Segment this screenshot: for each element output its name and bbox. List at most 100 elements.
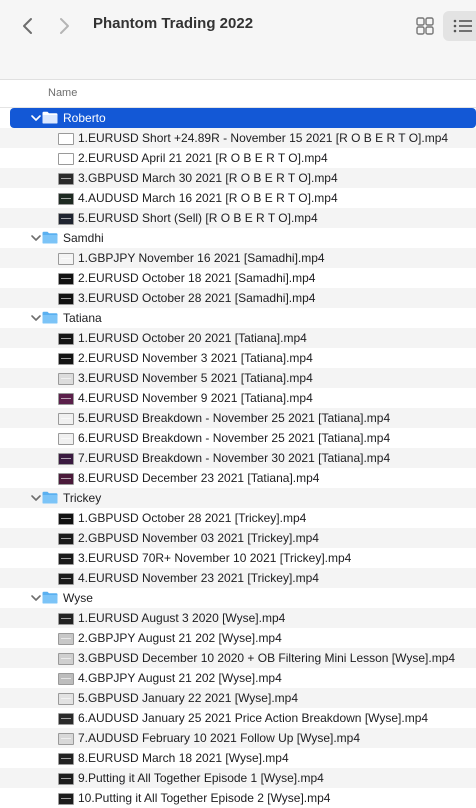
video-thumbnail-icon — [58, 513, 74, 525]
video-thumbnail-icon — [58, 613, 74, 625]
column-header-label: Name — [48, 87, 78, 99]
file-row[interactable]: 8.EURUSD March 18 2021 [Wyse].mp4 — [0, 748, 476, 768]
file-row[interactable]: 2.GBPJPY August 21 202 [Wyse].mp4 — [0, 628, 476, 648]
folder-name: Trickey — [63, 491, 102, 505]
file-row[interactable]: 3.GBPUSD December 10 2020 + OB Filtering… — [0, 648, 476, 668]
folder-row[interactable]: Wyse — [0, 588, 476, 608]
video-thumbnail-icon — [58, 713, 74, 725]
file-row[interactable]: 9.Putting it All Together Episode 1 [Wys… — [0, 768, 476, 788]
back-button[interactable] — [16, 14, 40, 38]
disclosure-chevron-icon[interactable] — [30, 312, 42, 324]
file-name: 2.GBPUSD November 03 2021 [Trickey].mp4 — [78, 531, 319, 545]
file-row[interactable]: 4.EURUSD November 9 2021 [Tatiana].mp4 — [0, 388, 476, 408]
video-thumbnail-icon — [58, 393, 74, 405]
file-row[interactable]: 1.GBPUSD October 28 2021 [Trickey].mp4 — [0, 508, 476, 528]
forward-button[interactable] — [52, 14, 76, 38]
file-row[interactable]: 3.EURUSD 70R+ November 10 2021 [Trickey]… — [0, 548, 476, 568]
file-row[interactable]: 1.EURUSD October 20 2021 [Tatiana].mp4 — [0, 328, 476, 348]
video-thumbnail-icon — [58, 733, 74, 745]
file-name: 3.EURUSD October 28 2021 [Samadhi].mp4 — [78, 291, 316, 305]
folder-icon — [42, 491, 58, 504]
video-thumbnail-icon — [58, 793, 74, 805]
file-name: 1.GBPUSD October 28 2021 [Trickey].mp4 — [78, 511, 307, 525]
column-header-name[interactable]: Name — [0, 80, 476, 108]
file-row[interactable]: 1.EURUSD Short +24.89R - November 15 202… — [0, 128, 476, 148]
file-row[interactable]: 4.AUDUSD March 16 2021 [R O B E R T O].m… — [0, 188, 476, 208]
file-name: 2.EURUSD April 21 2021 [R O B E R T O].m… — [78, 151, 328, 165]
video-thumbnail-icon — [58, 673, 74, 685]
video-thumbnail-icon — [58, 473, 74, 485]
file-name: 6.AUDUSD January 25 2021 Price Action Br… — [78, 711, 429, 725]
file-row[interactable]: 1.GBPJPY November 16 2021 [Samadhi].mp4 — [0, 248, 476, 268]
disclosure-chevron-icon[interactable] — [30, 232, 42, 244]
video-thumbnail-icon — [58, 753, 74, 765]
file-row[interactable]: 2.EURUSD November 3 2021 [Tatiana].mp4 — [0, 348, 476, 368]
file-row[interactable]: 3.GBPUSD March 30 2021 [R O B E R T O].m… — [0, 168, 476, 188]
file-row[interactable]: 2.EURUSD October 18 2021 [Samadhi].mp4 — [0, 268, 476, 288]
file-row[interactable]: 7.AUDUSD February 10 2021 Follow Up [Wys… — [0, 728, 476, 748]
file-name: 9.Putting it All Together Episode 1 [Wys… — [78, 771, 324, 785]
folder-name: Wyse — [63, 591, 93, 605]
file-row[interactable]: 4.EURUSD November 23 2021 [Trickey].mp4 — [0, 568, 476, 588]
folder-name: Tatiana — [63, 311, 102, 325]
file-row[interactable]: 6.AUDUSD January 25 2021 Price Action Br… — [0, 708, 476, 728]
folder-row[interactable]: Roberto — [10, 108, 476, 128]
list-view-button[interactable] — [443, 11, 476, 41]
folder-row[interactable]: Samdhi — [0, 228, 476, 248]
folder-icon — [42, 111, 58, 124]
window-title: Phantom Trading 2022 — [93, 15, 254, 32]
video-thumbnail-icon — [58, 373, 74, 385]
folder-row[interactable]: Trickey — [0, 488, 476, 508]
video-thumbnail-icon — [58, 653, 74, 665]
video-thumbnail-icon — [58, 433, 74, 445]
file-name: 2.EURUSD November 3 2021 [Tatiana].mp4 — [78, 351, 313, 365]
toolbar: Phantom Trading 2022 — [0, 0, 476, 80]
list-icon — [453, 19, 472, 33]
disclosure-chevron-icon[interactable] — [30, 112, 42, 124]
video-thumbnail-icon — [58, 213, 74, 225]
folder-icon — [42, 591, 58, 604]
video-thumbnail-icon — [58, 193, 74, 205]
file-row[interactable]: 2.EURUSD April 21 2021 [R O B E R T O].m… — [0, 148, 476, 168]
file-row[interactable]: 6.EURUSD Breakdown - November 25 2021 [T… — [0, 428, 476, 448]
file-row[interactable]: 4.GBPJPY August 21 202 [Wyse].mp4 — [0, 668, 476, 688]
folder-icon — [42, 231, 58, 244]
video-thumbnail-icon — [58, 333, 74, 345]
file-name: 4.GBPJPY August 21 202 [Wyse].mp4 — [78, 671, 282, 685]
file-name: 3.GBPUSD December 10 2020 + OB Filtering… — [78, 651, 456, 665]
folder-row[interactable]: Tatiana — [0, 308, 476, 328]
chevron-right-icon — [60, 18, 69, 34]
file-name: 1.GBPJPY November 16 2021 [Samadhi].mp4 — [78, 251, 325, 265]
file-name: 5.GBPUSD January 22 2021 [Wyse].mp4 — [78, 691, 298, 705]
folder-name: Roberto — [63, 111, 106, 125]
file-name: 5.EURUSD Short (Sell) [R O B E R T O].mp… — [78, 211, 318, 225]
file-row[interactable]: 1.EURUSD August 3 2020 [Wyse].mp4 — [0, 608, 476, 628]
file-name: 8.EURUSD March 18 2021 [Wyse].mp4 — [78, 751, 289, 765]
file-row[interactable]: 7.EURUSD Breakdown - November 30 2021 [T… — [0, 448, 476, 468]
file-name: 5.EURUSD Breakdown - November 25 2021 [T… — [78, 411, 391, 425]
file-name: 4.EURUSD November 23 2021 [Trickey].mp4 — [78, 571, 319, 585]
file-name: 1.EURUSD August 3 2020 [Wyse].mp4 — [78, 611, 286, 625]
file-list: Roberto 1.EURUSD Short +24.89R - November… — [0, 108, 476, 808]
file-name: 7.AUDUSD February 10 2021 Follow Up [Wys… — [78, 731, 360, 745]
video-thumbnail-icon — [58, 353, 74, 365]
video-thumbnail-icon — [58, 133, 74, 145]
video-thumbnail-icon — [58, 413, 74, 425]
disclosure-chevron-icon[interactable] — [30, 492, 42, 504]
video-thumbnail-icon — [58, 773, 74, 785]
file-row[interactable]: 3.EURUSD November 5 2021 [Tatiana].mp4 — [0, 368, 476, 388]
file-row[interactable]: 5.EURUSD Short (Sell) [R O B E R T O].mp… — [0, 208, 476, 228]
file-row[interactable]: 3.EURUSD October 28 2021 [Samadhi].mp4 — [0, 288, 476, 308]
file-name: 2.GBPJPY August 21 202 [Wyse].mp4 — [78, 631, 282, 645]
file-row[interactable]: 5.GBPUSD January 22 2021 [Wyse].mp4 — [0, 688, 476, 708]
file-name: 4.EURUSD November 9 2021 [Tatiana].mp4 — [78, 391, 313, 405]
file-row[interactable]: 2.GBPUSD November 03 2021 [Trickey].mp4 — [0, 528, 476, 548]
icon-view-button[interactable] — [414, 15, 436, 37]
disclosure-chevron-icon[interactable] — [30, 592, 42, 604]
file-name: 3.GBPUSD March 30 2021 [R O B E R T O].m… — [78, 171, 338, 185]
file-name: 4.AUDUSD March 16 2021 [R O B E R T O].m… — [78, 191, 338, 205]
file-row[interactable]: 5.EURUSD Breakdown - November 25 2021 [T… — [0, 408, 476, 428]
file-row[interactable]: 8.EURUSD December 23 2021 [Tatiana].mp4 — [0, 468, 476, 488]
file-name: 7.EURUSD Breakdown - November 30 2021 [T… — [78, 451, 391, 465]
file-row[interactable]: 10.Putting it All Together Episode 2 [Wy… — [0, 788, 476, 808]
